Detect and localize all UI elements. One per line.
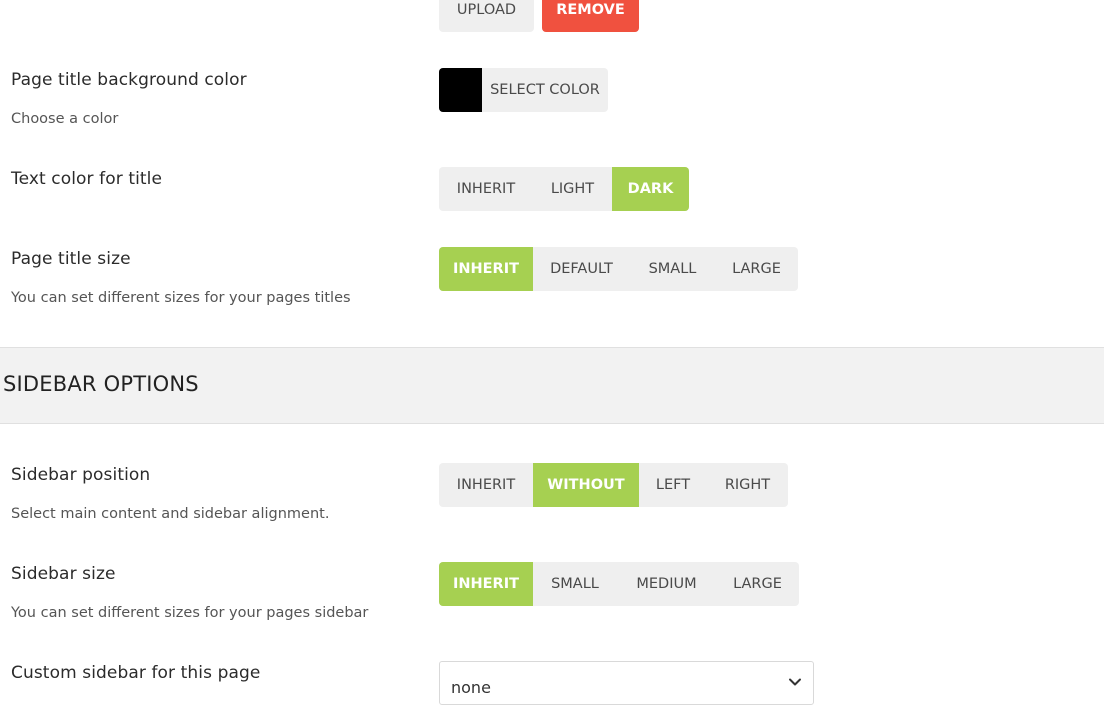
text-color-dark-button[interactable]: DARK <box>612 167 689 211</box>
bg-color-label: Page title background color <box>11 70 247 90</box>
title-size-inherit-button[interactable]: INHERIT <box>439 247 533 291</box>
custom-sidebar-select[interactable]: none <box>439 661 814 705</box>
bg-color-description: Choose a color <box>11 111 119 127</box>
remove-button[interactable]: REMOVE <box>542 0 639 32</box>
sidebar-position-without-button[interactable]: WITHOUT <box>533 463 639 507</box>
sidebar-size-toggle-group: INHERIT SMALL MEDIUM LARGE <box>439 562 799 606</box>
color-swatch[interactable] <box>439 68 482 112</box>
sidebar-position-left-button[interactable]: LEFT <box>639 463 707 507</box>
title-size-default-button[interactable]: DEFAULT <box>533 247 630 291</box>
custom-sidebar-label: Custom sidebar for this page <box>11 663 261 683</box>
text-color-toggle-group: INHERIT LIGHT DARK <box>439 167 689 211</box>
sidebar-position-inherit-button[interactable]: INHERIT <box>439 463 533 507</box>
sidebar-size-small-button[interactable]: SMALL <box>533 562 617 606</box>
title-size-label: Page title size <box>11 249 131 269</box>
title-size-large-button[interactable]: LARGE <box>715 247 798 291</box>
page-settings-panel: UPLOAD REMOVE Page title background colo… <box>0 0 1104 718</box>
section-title: SIDEBAR OPTIONS <box>3 372 199 396</box>
text-color-light-button[interactable]: LIGHT <box>533 167 612 211</box>
sidebar-size-large-button[interactable]: LARGE <box>716 562 799 606</box>
sidebar-size-inherit-button[interactable]: INHERIT <box>439 562 533 606</box>
upload-button[interactable]: UPLOAD <box>439 0 534 32</box>
sidebar-size-medium-button[interactable]: MEDIUM <box>617 562 716 606</box>
select-color-button[interactable]: SELECT COLOR <box>439 68 608 112</box>
sidebar-position-description: Select main content and sidebar alignmen… <box>11 506 330 522</box>
sidebar-position-right-button[interactable]: RIGHT <box>707 463 788 507</box>
sidebar-position-toggle-group: INHERIT WITHOUT LEFT RIGHT <box>439 463 788 507</box>
sidebar-position-label: Sidebar position <box>11 465 151 485</box>
sidebar-size-label: Sidebar size <box>11 564 116 584</box>
title-size-description: You can set different sizes for your pag… <box>11 290 351 306</box>
custom-sidebar-selected-value: none <box>451 678 491 697</box>
chevron-down-icon <box>789 678 801 686</box>
title-size-toggle-group: INHERIT DEFAULT SMALL LARGE <box>439 247 798 291</box>
sidebar-options-header: SIDEBAR OPTIONS <box>0 347 1104 424</box>
sidebar-size-description: You can set different sizes for your pag… <box>11 605 369 621</box>
text-color-label: Text color for title <box>11 169 163 189</box>
text-color-inherit-button[interactable]: INHERIT <box>439 167 533 211</box>
select-color-label: SELECT COLOR <box>490 82 600 98</box>
title-size-small-button[interactable]: SMALL <box>630 247 715 291</box>
